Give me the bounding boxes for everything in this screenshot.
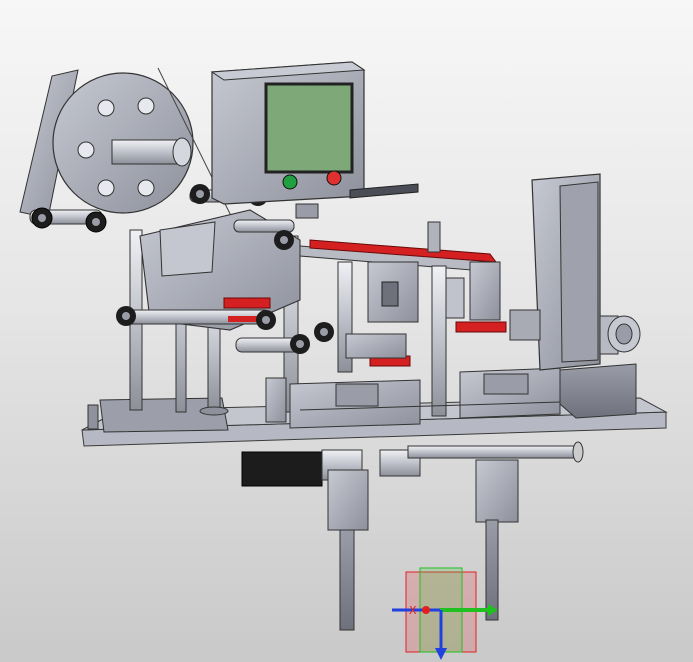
hmi-control-box[interactable] [210, 61, 419, 219]
start-button[interactable] [282, 174, 298, 190]
stop-button[interactable] [326, 170, 342, 186]
triad-x-label: X [409, 604, 417, 617]
model-drawing[interactable]: X [0, 0, 693, 662]
hmi-screen[interactable] [264, 82, 354, 174]
cad-graphics-viewport[interactable]: X [0, 0, 693, 662]
coordinate-triad: X [392, 567, 498, 660]
under-table-drive[interactable] [241, 441, 584, 487]
label-reel[interactable] [19, 67, 239, 231]
